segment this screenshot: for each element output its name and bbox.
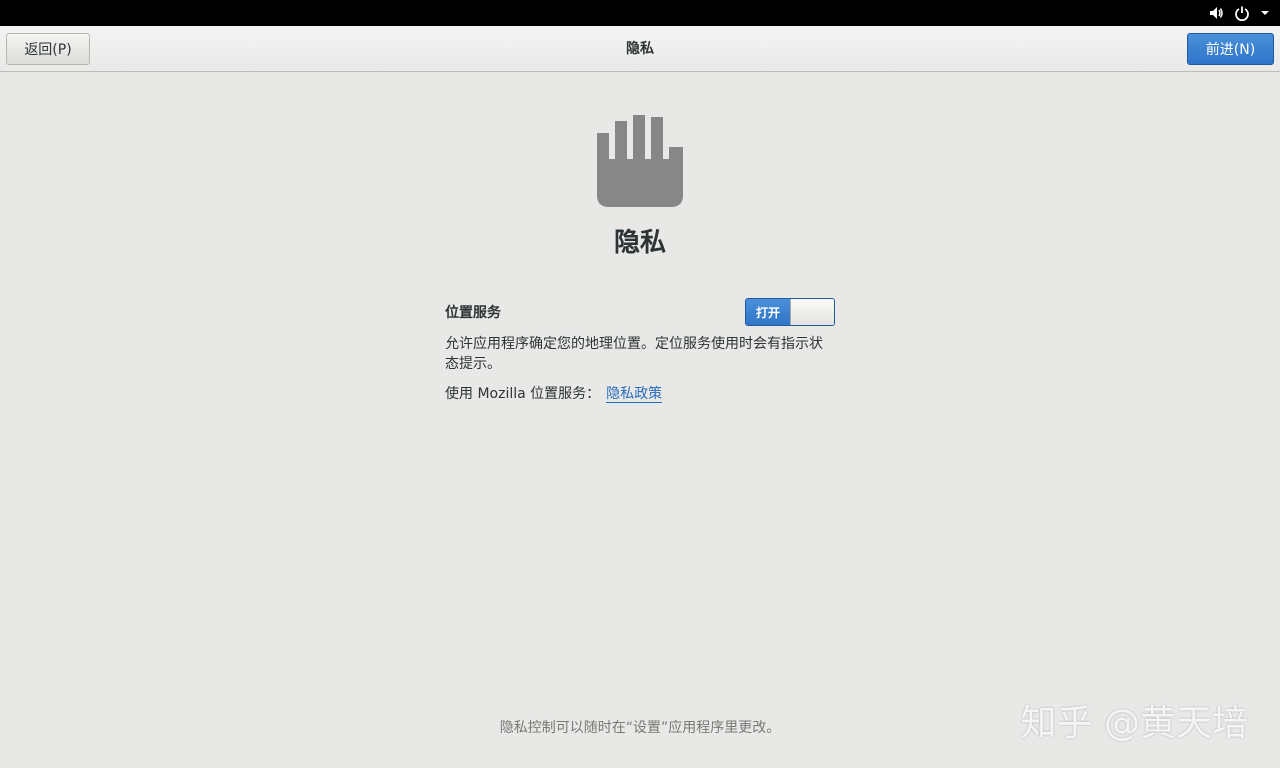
back-button[interactable]: 返回(P): [6, 33, 90, 65]
switch-on-label: 打开: [746, 299, 790, 325]
location-services-label: 位置服务: [445, 305, 501, 321]
power-icon[interactable]: [1234, 5, 1250, 21]
next-button[interactable]: 前进(N): [1187, 33, 1274, 65]
watermark: 知乎 @黄天培: [1020, 703, 1248, 744]
mozilla-prefix: 使用 Mozilla 位置服务：: [445, 386, 601, 402]
header-title: 隐私: [626, 41, 654, 57]
top-bar: [0, 0, 1280, 26]
privacy-policy-link[interactable]: 隐私政策: [606, 386, 663, 403]
volume-icon[interactable]: [1208, 5, 1224, 21]
system-menu[interactable]: [1208, 0, 1270, 26]
hand-icon: [597, 115, 683, 207]
privacy-settings: 位置服务 打开 允许应用程序确定您的地理位置。定位服务使用时会有指示状态提示。 …: [445, 296, 835, 404]
location-description: 允许应用程序确定您的地理位置。定位服务使用时会有指示状态提示。: [445, 336, 823, 372]
chevron-down-icon[interactable]: [1260, 8, 1270, 18]
switch-knob[interactable]: [790, 299, 834, 325]
page-heading: 隐私: [613, 228, 666, 258]
location-services-row: 位置服务 打开: [445, 296, 835, 326]
header-bar: 返回(P) 隐私 前进(N): [0, 26, 1280, 72]
location-services-switch[interactable]: 打开: [745, 298, 835, 326]
mozilla-service-line: 使用 Mozilla 位置服务： 隐私政策: [445, 384, 835, 404]
